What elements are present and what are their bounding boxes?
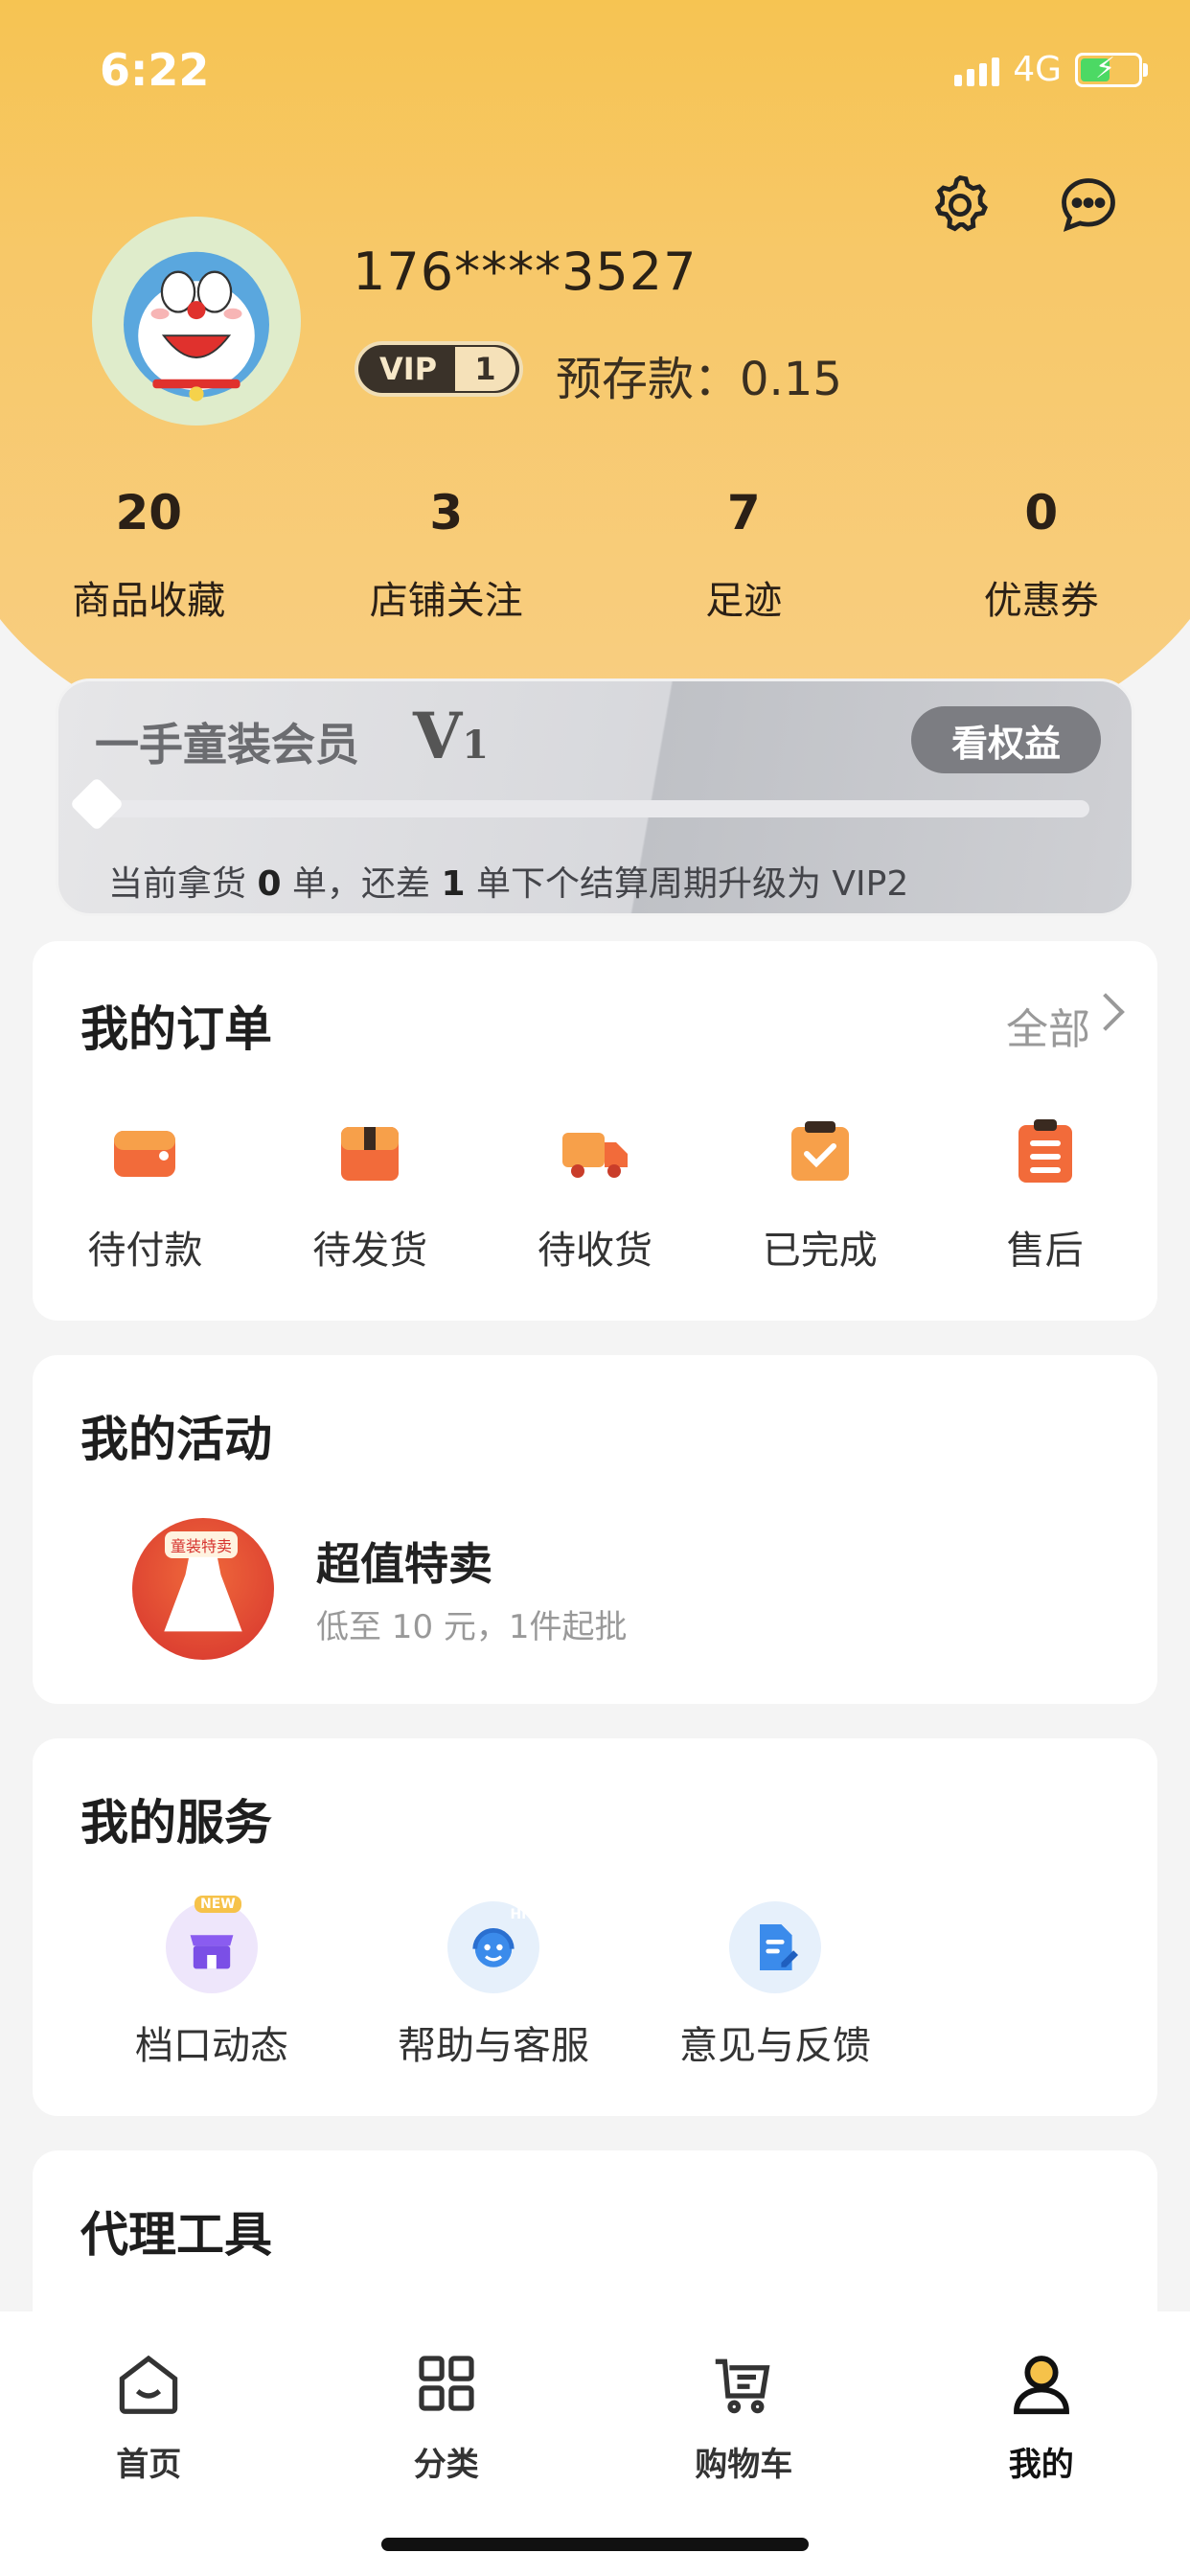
signal-icon bbox=[954, 54, 1000, 86]
home-indicator[interactable] bbox=[381, 2538, 809, 2551]
tab-category[interactable]: 分类 bbox=[298, 2346, 596, 2485]
stat-number: 20 bbox=[115, 485, 183, 540]
order-pending-receipt[interactable]: 待收货 bbox=[483, 1114, 708, 1275]
order-pending-payment[interactable]: 待付款 bbox=[33, 1114, 258, 1275]
wallet-icon bbox=[114, 1131, 176, 1177]
tab-mine[interactable]: 我的 bbox=[893, 2346, 1190, 2485]
stat-footprints[interactable]: 7 足迹 bbox=[595, 485, 893, 625]
activity-title: 超值特卖 bbox=[316, 1538, 492, 1590]
orders-card: 我的订单 全部 待付款 待发货 待收货 已完成 售后 bbox=[33, 941, 1157, 1321]
box-icon bbox=[341, 1127, 400, 1181]
activities-card: 我的活动 童装特卖 超值特卖 低至 10 元，1件起批 bbox=[33, 1355, 1157, 1704]
order-label: 待发货 bbox=[312, 1229, 428, 1273]
network-label: 4G bbox=[1013, 50, 1062, 89]
stat-label: 店铺关注 bbox=[369, 579, 523, 623]
order-label: 售后 bbox=[1006, 1229, 1084, 1273]
stat-number: 0 bbox=[1024, 485, 1059, 540]
support-icon: Hi bbox=[447, 1901, 539, 1993]
stat-number: 7 bbox=[726, 485, 761, 540]
bottom-tab-bar: 首页 分类 购物车 我的 bbox=[0, 2312, 1190, 2576]
battery-icon: ⚡ bbox=[1075, 52, 1148, 87]
order-label: 已完成 bbox=[762, 1229, 878, 1273]
new-badge: NEW bbox=[195, 1896, 241, 1913]
status-indicators: 4G ⚡ bbox=[954, 50, 1148, 89]
stat-followed-shops[interactable]: 3 店铺关注 bbox=[298, 485, 596, 625]
cartoon-avatar-icon bbox=[124, 251, 269, 402]
order-completed[interactable]: 已完成 bbox=[707, 1114, 932, 1275]
user-icon bbox=[1013, 2356, 1069, 2415]
service-feedback[interactable]: 意见与反馈 bbox=[634, 1901, 916, 2070]
order-after-sales[interactable]: 售后 bbox=[932, 1114, 1157, 1275]
view-benefits-button[interactable]: 看权益 bbox=[911, 706, 1101, 773]
services-card: 我的服务 NEW 档口动态 Hi 帮助与客服 意见与反馈 bbox=[33, 1738, 1157, 2116]
service-label: 意见与反馈 bbox=[679, 2024, 871, 2068]
order-pending-shipment[interactable]: 待发货 bbox=[258, 1114, 483, 1275]
truck-icon bbox=[561, 1133, 628, 1178]
service-help-support[interactable]: Hi 帮助与客服 bbox=[353, 1901, 634, 2070]
tab-label: 首页 bbox=[116, 2446, 182, 2484]
store-icon: NEW bbox=[166, 1896, 258, 1993]
order-label: 待收货 bbox=[537, 1229, 652, 1273]
tab-cart[interactable]: 购物车 bbox=[595, 2346, 893, 2485]
avatar[interactable] bbox=[92, 217, 301, 426]
stat-label: 足迹 bbox=[705, 579, 783, 623]
user-stats: 20 商品收藏 3 店铺关注 7 足迹 0 优惠券 bbox=[0, 485, 1190, 625]
list-clipboard-icon bbox=[1018, 1119, 1072, 1183]
service-label: 帮助与客服 bbox=[398, 2024, 589, 2068]
services-title: 我的服务 bbox=[80, 1795, 272, 1851]
vip-badge[interactable]: VIP 1 bbox=[355, 341, 523, 397]
stat-label: 商品收藏 bbox=[72, 579, 226, 623]
vip-level: 1 bbox=[454, 347, 515, 391]
orders-title: 我的订单 bbox=[80, 1001, 272, 1057]
activities-title: 我的活动 bbox=[80, 1412, 272, 1467]
membership-title: 一手童装会员 bbox=[95, 719, 359, 770]
agent-tools-title: 代理工具 bbox=[80, 2207, 272, 2263]
membership-level: V1 bbox=[413, 699, 490, 773]
dress-sale-icon: 童装特卖 bbox=[132, 1518, 274, 1660]
vip-label: VIP bbox=[379, 351, 438, 387]
tab-label: 购物车 bbox=[695, 2446, 793, 2484]
cart-icon bbox=[716, 2358, 770, 2414]
feedback-doc-icon bbox=[729, 1901, 821, 1993]
membership-description: 当前拿货 0 单，还差 1 单下个结算周期升级为 VIP2 bbox=[108, 864, 909, 904]
deposit-balance: 预存款：0.15 bbox=[556, 353, 842, 406]
order-label: 待付款 bbox=[87, 1229, 203, 1273]
stat-number: 3 bbox=[429, 485, 464, 540]
status-time: 6:22 bbox=[100, 44, 210, 96]
stat-favorites[interactable]: 20 商品收藏 bbox=[0, 485, 298, 625]
user-phone: 176****3527 bbox=[353, 242, 698, 302]
activity-subtitle: 低至 10 元，1件起批 bbox=[316, 1608, 628, 1646]
chevron-right-icon[interactable] bbox=[1087, 993, 1125, 1031]
tab-home[interactable]: 首页 bbox=[0, 2346, 298, 2485]
level-progress-bar bbox=[103, 800, 1089, 817]
grid-icon bbox=[419, 2356, 474, 2411]
service-label: 档口动态 bbox=[135, 2024, 288, 2068]
membership-card[interactable]: 一手童装会员 V1 看权益 当前拿货 0 单，还差 1 单下个结算周期升级为 V… bbox=[56, 678, 1134, 916]
all-orders-link[interactable]: 全部 bbox=[1006, 995, 1090, 1056]
tab-label: 分类 bbox=[413, 2446, 479, 2484]
hi-badge: Hi bbox=[510, 1907, 526, 1922]
tab-label: 我的 bbox=[1008, 2446, 1074, 2484]
check-clipboard-icon bbox=[790, 1121, 849, 1181]
stat-coupons[interactable]: 0 优惠券 bbox=[893, 485, 1190, 625]
home-icon bbox=[120, 2355, 178, 2414]
stat-label: 优惠券 bbox=[983, 579, 1099, 623]
message-icon[interactable] bbox=[1054, 171, 1123, 240]
progress-marker-icon bbox=[69, 776, 125, 832]
settings-gear-icon[interactable] bbox=[926, 171, 995, 240]
service-stall-news[interactable]: NEW 档口动态 bbox=[71, 1896, 353, 2070]
